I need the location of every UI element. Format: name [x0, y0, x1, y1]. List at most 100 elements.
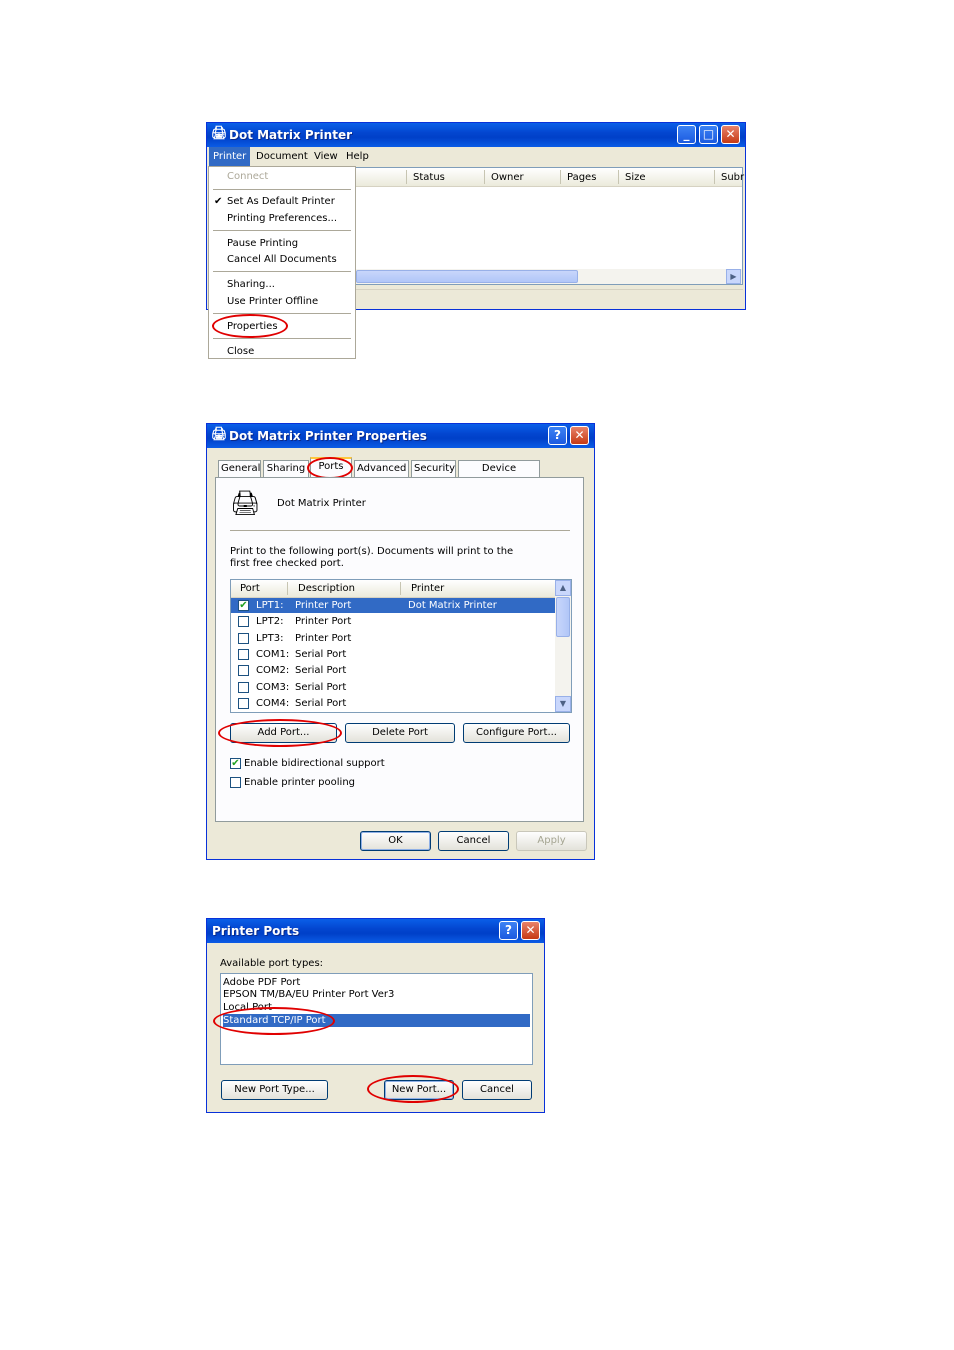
port-checkbox[interactable] — [238, 616, 249, 628]
port-description: Serial Port — [295, 648, 347, 660]
port-name: LPT2: — [256, 616, 284, 628]
help-icon[interactable]: ? — [548, 426, 567, 445]
tab-general[interactable]: General — [218, 460, 261, 477]
title-bar[interactable]: Printer Ports ? ✕ — [207, 919, 544, 943]
bidirectional-label: Enable bidirectional support — [244, 758, 385, 769]
menu-separator — [213, 189, 351, 190]
port-checkbox[interactable] — [238, 665, 249, 677]
table-row[interactable]: COM4: Serial Port — [231, 696, 555, 711]
highlight-oval — [213, 1007, 335, 1035]
scroll-down-icon[interactable]: ▼ — [555, 696, 571, 712]
highlight-oval — [367, 1075, 459, 1103]
port-checkbox[interactable] — [238, 648, 249, 660]
table-row[interactable]: LPT2: Printer Port — [231, 614, 555, 629]
menu-item-pause[interactable]: Pause Printing — [227, 238, 298, 249]
table-row[interactable]: COM1: Serial Port — [231, 647, 555, 662]
table-row[interactable]: ✔ LPT1: Printer Port Dot Matrix Printer — [231, 598, 555, 613]
vertical-scrollbar[interactable]: ▲ ▼ — [555, 580, 571, 712]
menu-separator — [213, 313, 351, 314]
menu-item-connect[interactable]: Connect — [227, 171, 268, 182]
checkmark-icon: ✔ — [214, 196, 223, 207]
new-port-type-button[interactable]: New Port Type... — [221, 1080, 328, 1100]
bidirectional-checkbox[interactable]: ✔ — [230, 758, 241, 769]
menu-document[interactable]: Document — [252, 147, 312, 166]
instructions-text: Print to the following port(s). Document… — [230, 546, 514, 569]
printer-properties-window: 🖨 Dot Matrix Printer Properties ? ✕ Gene… — [206, 423, 595, 860]
apply-button[interactable]: Apply — [516, 831, 587, 851]
port-name: LPT1: — [256, 600, 284, 611]
column-description[interactable]: Description — [298, 583, 355, 594]
column-owner[interactable]: Owner — [491, 172, 524, 183]
column-divider — [406, 170, 407, 184]
pooling-label: Enable printer pooling — [244, 777, 356, 788]
highlight-oval — [218, 719, 342, 747]
column-divider — [484, 170, 485, 184]
configure-port-button[interactable]: Configure Port... — [463, 723, 570, 743]
menu-separator — [213, 230, 351, 231]
list-item[interactable]: EPSON TM/BA/EU Printer Port Ver3 — [223, 989, 530, 1001]
menu-item-cancel-all[interactable]: Cancel All Documents — [227, 254, 337, 265]
help-icon[interactable]: ? — [499, 921, 518, 940]
column-status[interactable]: Status — [413, 172, 445, 183]
port-list[interactable]: Port Description Printer ✔ LPT1: Printer P… — [230, 579, 572, 713]
port-name: COM2: — [256, 665, 290, 677]
scroll-up-icon[interactable]: ▲ — [555, 580, 571, 596]
menu-help[interactable]: Help — [342, 147, 373, 166]
menu-item-sharing[interactable]: Sharing... — [227, 279, 275, 290]
port-printer: Dot Matrix Printer — [408, 600, 497, 611]
window-title: Printer Ports — [212, 924, 300, 938]
column-port[interactable]: Port — [240, 583, 260, 594]
column-divider — [400, 582, 401, 595]
close-icon[interactable]: ✕ — [570, 426, 589, 445]
cancel-button[interactable]: Cancel — [462, 1080, 532, 1100]
highlight-oval — [212, 314, 288, 338]
menu-item-preferences[interactable]: Printing Preferences... — [227, 213, 337, 224]
column-divider — [618, 170, 619, 184]
close-icon[interactable]: ✕ — [521, 921, 540, 940]
column-printer[interactable]: Printer — [411, 583, 444, 594]
minimize-icon[interactable]: _ — [677, 125, 696, 144]
scrollbar-thumb[interactable] — [556, 597, 570, 637]
cancel-button[interactable]: Cancel — [438, 831, 509, 851]
column-size[interactable]: Size — [625, 172, 646, 183]
column-pages[interactable]: Pages — [567, 172, 596, 183]
list-item[interactable]: Adobe PDF Port — [223, 977, 530, 989]
menu-separator — [213, 271, 351, 272]
menu-item-close[interactable]: Close — [227, 346, 254, 357]
printer-name: Dot Matrix Printer — [277, 498, 366, 509]
column-submitted[interactable]: Subr — [721, 172, 744, 183]
close-icon[interactable]: ✕ — [721, 125, 740, 144]
title-bar[interactable]: 🖨 Dot Matrix Printer Properties ? ✕ — [207, 424, 594, 448]
title-bar[interactable]: 🖨 Dot Matrix Printer _ □ ✕ — [207, 123, 745, 147]
menu-item-set-default[interactable]: Set As Default Printer — [227, 196, 335, 207]
port-checkbox[interactable] — [238, 697, 249, 709]
list-header: Port Description Printer — [231, 580, 555, 598]
printer-large-icon: 🖨 — [230, 489, 261, 517]
port-checkbox[interactable]: ✔ — [238, 600, 249, 611]
highlight-oval — [307, 457, 353, 479]
tab-security[interactable]: Security — [411, 460, 456, 477]
column-divider — [714, 170, 715, 184]
table-row[interactable]: COM3: Serial Port — [231, 680, 555, 695]
window-title: Dot Matrix Printer Properties — [229, 429, 427, 443]
tab-device-settings[interactable]: Device Settings — [458, 460, 540, 490]
tab-advanced[interactable]: Advanced — [354, 460, 409, 477]
port-checkbox[interactable] — [238, 632, 249, 644]
table-row[interactable]: LPT3: Printer Port — [231, 631, 555, 646]
scrollbar-thumb[interactable] — [356, 270, 578, 283]
menu-item-offline[interactable]: Use Printer Offline — [227, 296, 318, 307]
menu-printer[interactable]: Printer — [209, 147, 251, 166]
tab-sharing[interactable]: Sharing — [263, 460, 309, 477]
delete-port-button[interactable]: Delete Port — [345, 723, 455, 743]
printer-ports-dialog: Printer Ports ? ✕ Available port types: … — [206, 918, 545, 1113]
ports-tab-panel: 🖨 Dot Matrix Printer Print to the follow… — [215, 477, 584, 822]
port-checkbox[interactable] — [238, 681, 249, 693]
table-row[interactable]: COM2: Serial Port — [231, 663, 555, 678]
pooling-checkbox[interactable] — [230, 777, 241, 788]
scroll-right-icon[interactable]: ▶ — [726, 269, 741, 284]
menu-view[interactable]: View — [310, 147, 342, 166]
ok-button[interactable]: OK — [360, 831, 431, 851]
maximize-icon[interactable]: □ — [699, 125, 718, 144]
port-description: Printer Port — [295, 600, 352, 611]
printer-icon: 🖨 — [211, 126, 228, 141]
